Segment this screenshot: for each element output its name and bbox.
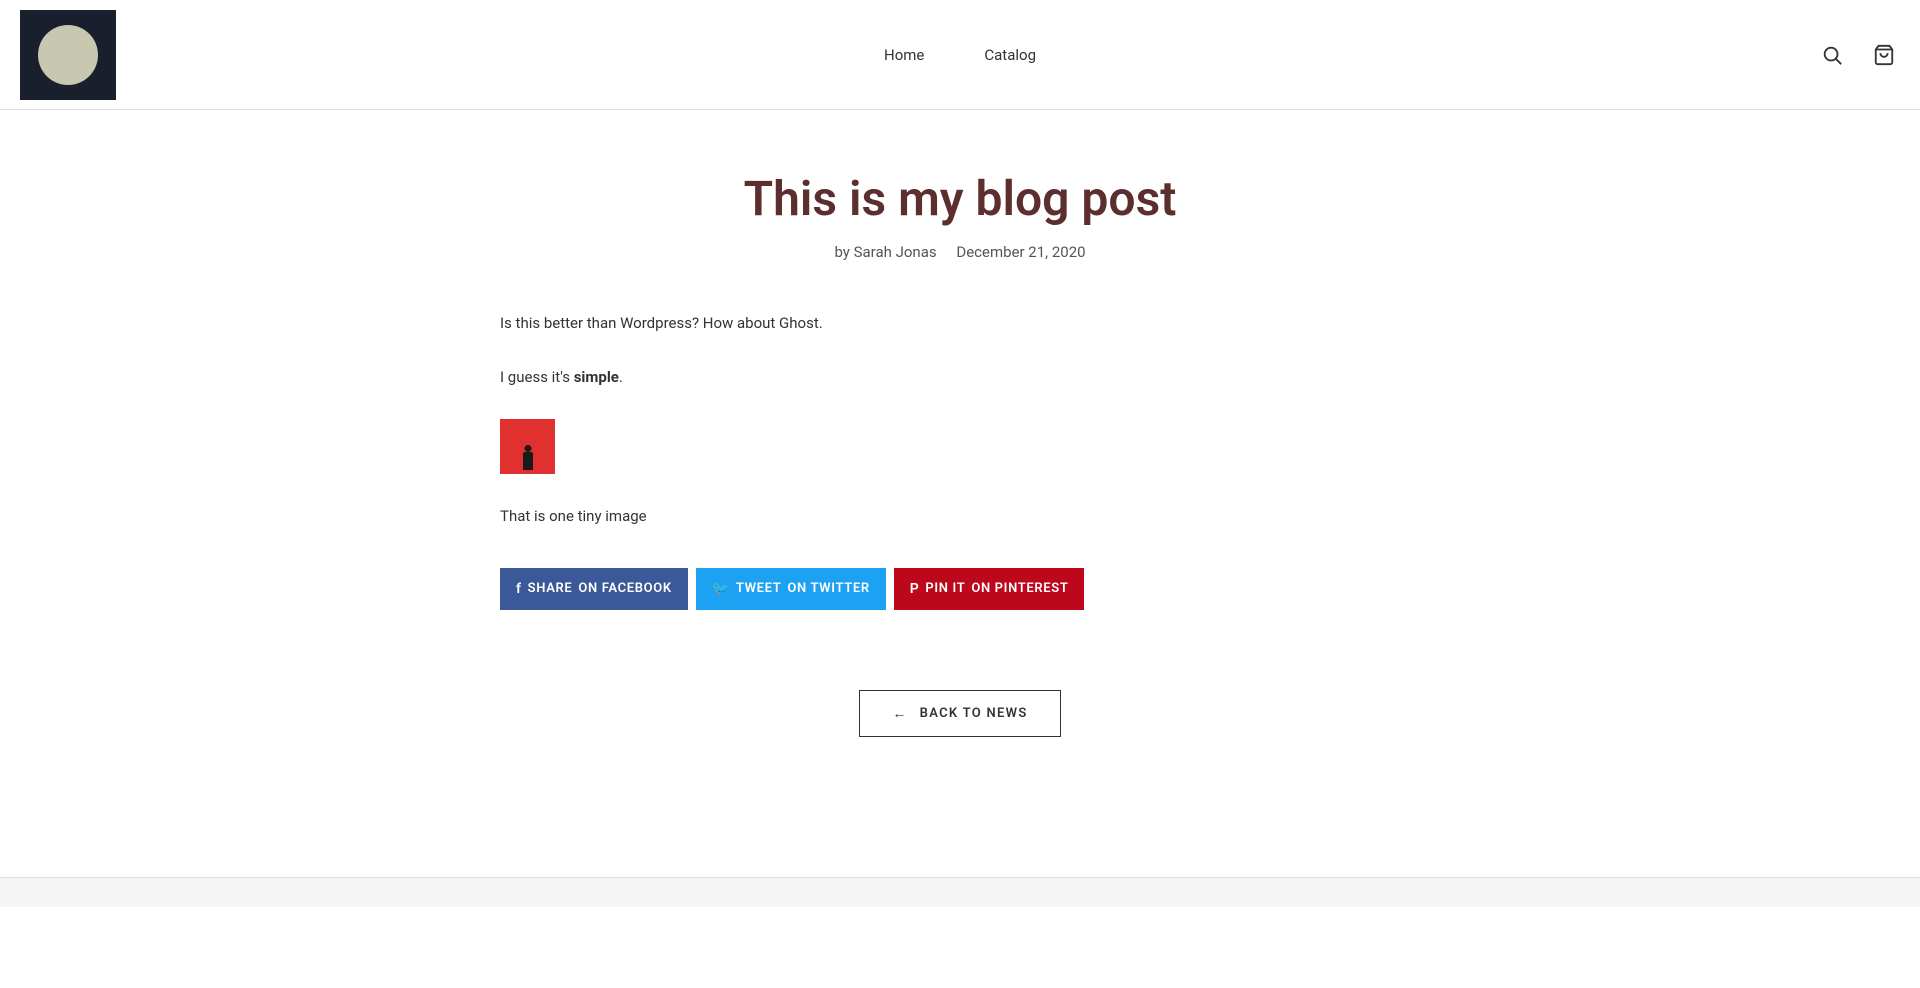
share-twitter-button[interactable]: 🐦 TWEET ON TWITTER: [696, 568, 886, 610]
share-buttons: f SHARE ON FACEBOOK 🐦 TWEET ON TWITTER P…: [500, 568, 1420, 610]
share-twitter-label: TWEET: [736, 579, 782, 600]
back-section: ← BACK TO NEWS: [500, 690, 1420, 737]
nav-catalog[interactable]: Catalog: [984, 46, 1036, 64]
back-to-news-button[interactable]: ← BACK TO NEWS: [859, 690, 1060, 737]
main-content: This is my blog post by Sarah Jonas Dece…: [480, 110, 1440, 877]
nav-home[interactable]: Home: [884, 46, 924, 64]
share-pinterest-label: PIN IT: [925, 579, 965, 600]
post-image-container: [500, 419, 1420, 474]
post-paragraph-1: Is this better than Wordpress? How about…: [500, 311, 1420, 335]
share-facebook-label: SHARE: [528, 579, 573, 600]
header-icons: [1816, 39, 1900, 71]
logo-circle: [38, 25, 98, 85]
facebook-icon: f: [516, 578, 522, 600]
post-image: [500, 419, 555, 474]
post-paragraph-2: I guess it's simple.: [500, 365, 1420, 389]
share-pinterest-button[interactable]: P PIN IT ON PINTEREST: [894, 568, 1085, 610]
post-author: by Sarah Jonas: [834, 243, 936, 261]
search-icon: [1821, 44, 1843, 66]
twitter-icon: 🐦: [712, 578, 730, 600]
share-facebook-button[interactable]: f SHARE ON FACEBOOK: [500, 568, 688, 610]
site-header: Home Catalog: [0, 0, 1920, 110]
cart-button[interactable]: [1868, 39, 1900, 71]
paragraph2-suffix: .: [619, 368, 623, 386]
post-caption: That is one tiny image: [500, 504, 1420, 528]
main-nav: Home Catalog: [884, 46, 1036, 64]
post-body: Is this better than Wordpress? How about…: [500, 311, 1420, 610]
share-pinterest-sublabel: ON PINTEREST: [971, 579, 1068, 600]
back-to-news-label: BACK TO NEWS: [920, 706, 1028, 721]
share-twitter-sublabel: ON TWITTER: [787, 579, 869, 600]
paragraph2-prefix: I guess it's: [500, 368, 574, 386]
post-title: This is my blog post: [500, 170, 1420, 227]
share-facebook-sublabel: ON FACEBOOK: [578, 579, 671, 600]
post-date: December 21, 2020: [956, 243, 1085, 261]
back-arrow-icon: ←: [892, 705, 907, 722]
site-footer: [0, 877, 1920, 907]
paragraph2-bold: simple: [574, 368, 619, 386]
post-meta: by Sarah Jonas December 21, 2020: [500, 243, 1420, 261]
cart-icon: [1873, 44, 1895, 66]
search-button[interactable]: [1816, 39, 1848, 71]
logo[interactable]: [20, 10, 116, 100]
pinterest-icon: P: [910, 578, 920, 600]
